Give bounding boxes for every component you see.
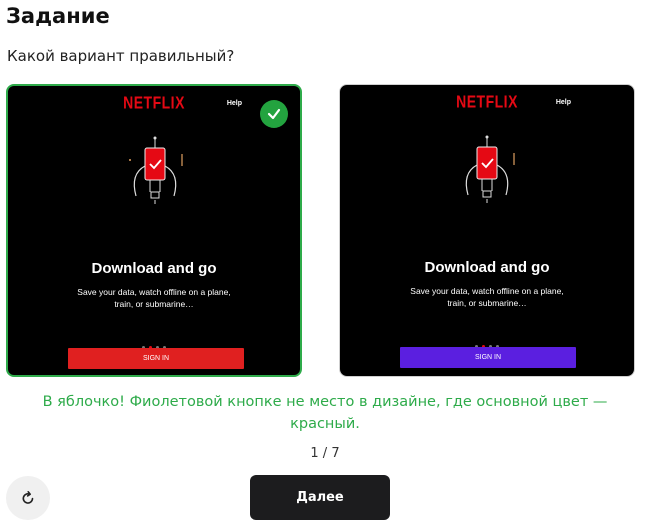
progress-counter: 1 / 7 xyxy=(310,446,340,461)
restart-button[interactable] xyxy=(6,476,50,520)
restart-icon xyxy=(22,490,34,504)
netflix-logo: NETFLIX xyxy=(456,91,518,111)
onboarding-subtext: Save your data, watch offline on a plane… xyxy=(410,286,564,308)
sign-in-button-red: SIGN IN xyxy=(68,348,244,369)
feedback-message: В яблочко! Фиолетовой кнопке не место в … xyxy=(42,394,608,432)
onboarding-headline: Download and go xyxy=(424,259,550,276)
answer-option-2[interactable]: NETFLIX Help Download and go Save your d… xyxy=(339,84,635,377)
netflix-logo: NETFLIX xyxy=(123,92,185,112)
answer-option-1[interactable]: NETFLIX Help Download and go Save your d… xyxy=(6,84,302,377)
help-link: Help xyxy=(226,100,242,107)
help-link: Help xyxy=(555,99,571,106)
onboarding-headline: Download and go xyxy=(91,260,217,277)
checkmark-icon xyxy=(260,100,288,128)
rocket-phone-illustration xyxy=(129,136,183,204)
sign-in-button-purple: SIGN IN xyxy=(400,347,576,368)
next-button[interactable]: Далее xyxy=(250,475,390,520)
rocket-phone-illustration xyxy=(465,135,515,203)
task-title: Задание xyxy=(6,4,110,28)
onboarding-subtext: Save your data, watch offline on a plane… xyxy=(77,287,231,309)
question-text: Какой вариант правильный? xyxy=(7,47,235,65)
